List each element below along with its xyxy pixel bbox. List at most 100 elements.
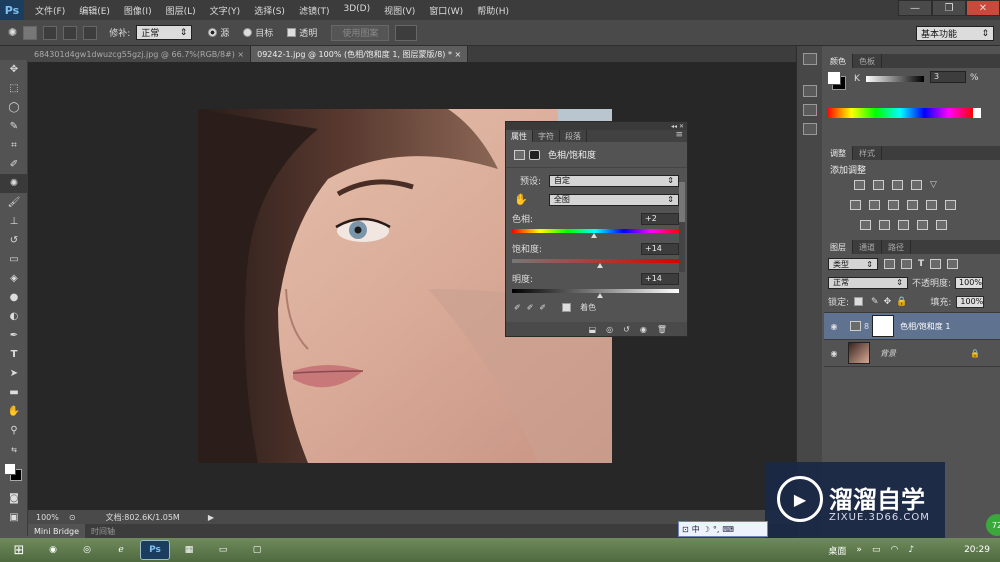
posterize-icon[interactable] [879, 220, 890, 230]
tab-timeline[interactable]: 时间轴 [85, 526, 121, 537]
lock-position-icon[interactable]: ✥ [884, 297, 892, 307]
black-white-icon[interactable] [888, 200, 899, 210]
clock[interactable]: 20:29 [964, 545, 990, 555]
channel-mixer-icon[interactable] [926, 200, 937, 210]
reset-icon[interactable]: ↺ [623, 325, 630, 334]
close-button[interactable]: ✕ [966, 0, 1000, 16]
pattern-picker[interactable] [395, 24, 418, 41]
eye-icon[interactable]: ◉ [824, 322, 844, 331]
layer-mask-thumbnail[interactable] [872, 315, 895, 337]
tab-styles[interactable]: 样式 [853, 146, 882, 160]
layer-row-hue-sat[interactable]: ◉ 8 色相/饱和度 1 [824, 313, 1000, 340]
preset-select[interactable]: 自定 ⇕ [549, 174, 679, 187]
taskbar-ie-icon[interactable]: ℯ [106, 540, 136, 560]
lock-all-icon[interactable]: 🔒 [896, 297, 907, 307]
menu-item-10[interactable]: 帮助(H) [470, 4, 516, 17]
target-radio[interactable]: 目标 [243, 26, 273, 39]
menu-item-6[interactable]: 滤镜(T) [292, 4, 337, 17]
curves-icon[interactable] [892, 180, 903, 190]
lightness-slider-thumb[interactable] [597, 293, 603, 298]
vibrance-icon[interactable]: ▽ [930, 180, 941, 190]
status-info-icon[interactable]: ⊙ [69, 513, 76, 522]
layer-row-background[interactable]: ◉ 背景 🔒 [824, 340, 1000, 367]
healing-tool-icon[interactable]: ✺ [8, 26, 17, 39]
dodge-tool-icon[interactable]: ◐ [0, 307, 28, 326]
history-panel-icon[interactable] [802, 53, 817, 65]
brightness-icon[interactable] [854, 180, 865, 190]
menu-item-9[interactable]: 窗口(W) [422, 4, 470, 17]
clip-to-layer-icon[interactable]: ⬓ [589, 325, 597, 334]
doc-tab-1[interactable]: 684301d4gw1dwuzcg55gzj.jpg @ 66.7%(RGB/8… [28, 46, 252, 62]
shape-tool-icon[interactable]: ▬ [0, 383, 28, 402]
tab-properties[interactable]: 属性 [506, 130, 533, 142]
start-button-icon[interactable]: ⊞ [4, 540, 34, 560]
taskbar-media-icon[interactable]: ▦ [174, 540, 204, 560]
tray-arrow-icon[interactable]: » [856, 545, 862, 555]
channel-select[interactable]: 全图 ⇕ [548, 193, 679, 206]
brush-tool-icon[interactable]: 🖌 [0, 193, 28, 212]
blur-tool-icon[interactable]: ● [0, 288, 28, 307]
tray-volume-icon[interactable]: ♪ [908, 545, 914, 555]
panel-menu-icon[interactable]: ≡ [675, 130, 687, 142]
menu-item-0[interactable]: 文件(F) [28, 4, 72, 17]
zoom-tool-icon[interactable]: ⚲ [0, 421, 28, 440]
saturation-input[interactable]: +14 [641, 242, 679, 255]
saturation-slider-thumb[interactable] [597, 263, 603, 268]
add-selection-icon[interactable] [43, 25, 58, 40]
colorize-checkbox[interactable] [562, 303, 572, 312]
tray-monitor-icon[interactable]: ▭ [872, 545, 881, 555]
ime-logo-icon[interactable]: ⊡ [682, 525, 689, 534]
color-lookup-icon[interactable] [945, 200, 956, 210]
zoom-level[interactable]: 100% [36, 513, 59, 522]
mask-icon[interactable] [529, 149, 540, 160]
levels-icon[interactable] [873, 180, 884, 190]
filter-type-icon[interactable]: T [918, 259, 924, 269]
desktop-label[interactable]: 桌面 [828, 544, 846, 557]
ime-language[interactable]: 中 [692, 524, 700, 535]
hue-input[interactable]: +2 [641, 212, 679, 225]
invert-icon[interactable] [860, 220, 871, 230]
hue-saturation-icon[interactable] [850, 200, 861, 210]
menu-item-3[interactable]: 图层(L) [159, 4, 203, 17]
hand-tool-icon[interactable]: ✋ [0, 402, 28, 421]
filter-shape-icon[interactable] [930, 259, 942, 269]
clone-stamp-tool-icon[interactable]: ⊥ [0, 212, 28, 231]
view-previous-icon[interactable]: ◎ [606, 325, 613, 334]
tab-layers[interactable]: 图层 [824, 240, 853, 254]
taskbar-image-icon[interactable]: ▢ [242, 540, 272, 560]
healing-brush-tool-icon[interactable]: ✺ [0, 174, 28, 193]
chain-icon[interactable]: 8 [864, 322, 869, 331]
menu-item-1[interactable]: 编辑(E) [72, 4, 117, 17]
gradient-map-icon[interactable] [936, 220, 947, 230]
move-tool-icon[interactable]: ✥ [0, 60, 28, 79]
tab-color[interactable]: 颜色 [824, 54, 853, 68]
lock-transparent-icon[interactable] [854, 297, 864, 306]
hue-slider-thumb[interactable] [590, 233, 597, 238]
collapse-icon[interactable]: ◂◂ ✕ [671, 123, 684, 130]
repair-mode-select[interactable]: 正常 ⇕ [136, 25, 193, 40]
brush-presets-panel-icon[interactable] [802, 123, 817, 135]
ime-keyboard-icon[interactable]: ⌨ [722, 525, 734, 534]
fill-input[interactable]: 100% [956, 295, 985, 308]
menu-item-4[interactable]: 文字(Y) [203, 4, 248, 17]
quick-mask-icon[interactable]: ◙ [0, 489, 28, 508]
exposure-icon[interactable] [911, 180, 922, 190]
source-radio[interactable]: 源 [208, 26, 229, 39]
properties-scrollbar[interactable] [679, 182, 685, 272]
tab-paragraph[interactable]: 段落 [560, 130, 587, 142]
crop-tool-icon[interactable]: ⌗ [0, 136, 28, 155]
subtract-selection-icon[interactable] [63, 25, 78, 40]
close-tab-icon[interactable]: × [237, 50, 244, 59]
menu-item-8[interactable]: 视图(V) [377, 4, 422, 17]
taskbar-browser-icon[interactable]: ◉ [38, 540, 68, 560]
color-swatches[interactable] [0, 459, 27, 489]
selective-color-icon[interactable] [917, 220, 928, 230]
minimize-button[interactable]: — [898, 0, 932, 16]
blend-mode-select[interactable]: 正常 ⇕ [828, 276, 908, 289]
workspace-select[interactable]: 基本功能 ⇕ [916, 26, 994, 41]
k-slider[interactable] [866, 76, 924, 82]
eyedropper-tool-icon[interactable]: ✐ [0, 155, 28, 174]
quick-select-tool-icon[interactable]: ✎ [0, 117, 28, 136]
eyedropper-icon[interactable]: ✐ [514, 303, 521, 312]
lightness-input[interactable]: +14 [641, 272, 679, 285]
